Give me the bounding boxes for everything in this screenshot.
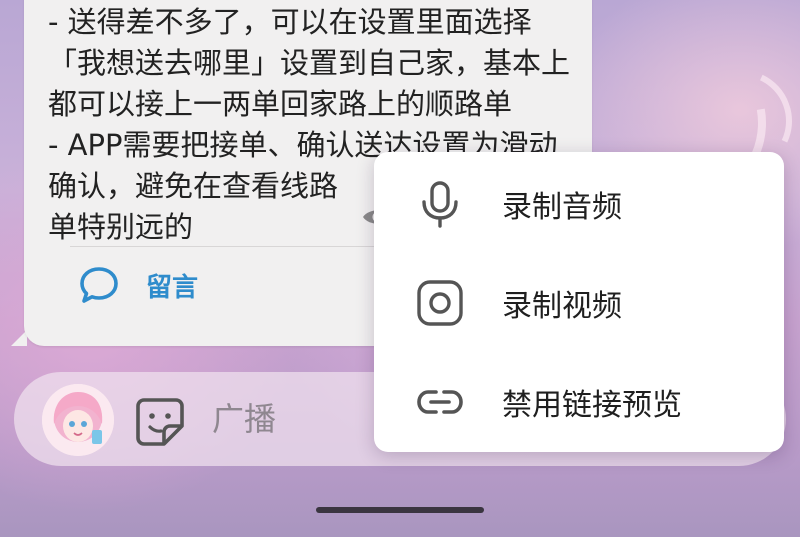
home-indicator[interactable]	[316, 507, 484, 513]
menu-item-record-audio[interactable]: 录制音频	[374, 154, 784, 254]
link-icon	[417, 390, 463, 414]
message-line: 「我想送去哪里」设置到自己家，基本上	[48, 46, 571, 80]
camera-icon	[417, 280, 463, 326]
chat-screen: - 送得差不多了，可以在设置里面选择「我想送去哪里」设置到自己家，基本上 都可以接…	[0, 0, 800, 537]
attachment-popup-menu: 录制音频 录制视频 禁用链接预览	[374, 152, 784, 452]
message-line: - 送得差不多了，可以在设置里面选择	[48, 5, 532, 39]
comment-icon	[80, 267, 118, 303]
menu-item-label: 录制音频	[502, 190, 622, 225]
microphone-icon	[422, 181, 458, 228]
menu-item-label: 录制视频	[502, 289, 622, 324]
menu-item-record-video[interactable]: 录制视频	[374, 253, 784, 353]
message-line: 都可以接上一两单回家路上的顺路单	[48, 87, 513, 121]
message-input[interactable]: 广播	[212, 394, 276, 440]
comment-button[interactable]: 留言	[78, 264, 198, 306]
sticker-icon[interactable]	[134, 396, 186, 448]
avatar[interactable]	[42, 384, 114, 456]
comment-label: 留言	[146, 272, 199, 303]
menu-item-disable-link-preview[interactable]: 禁用链接预览	[374, 352, 784, 452]
avatar-image	[42, 384, 114, 456]
menu-item-label: 禁用链接预览	[502, 388, 682, 423]
